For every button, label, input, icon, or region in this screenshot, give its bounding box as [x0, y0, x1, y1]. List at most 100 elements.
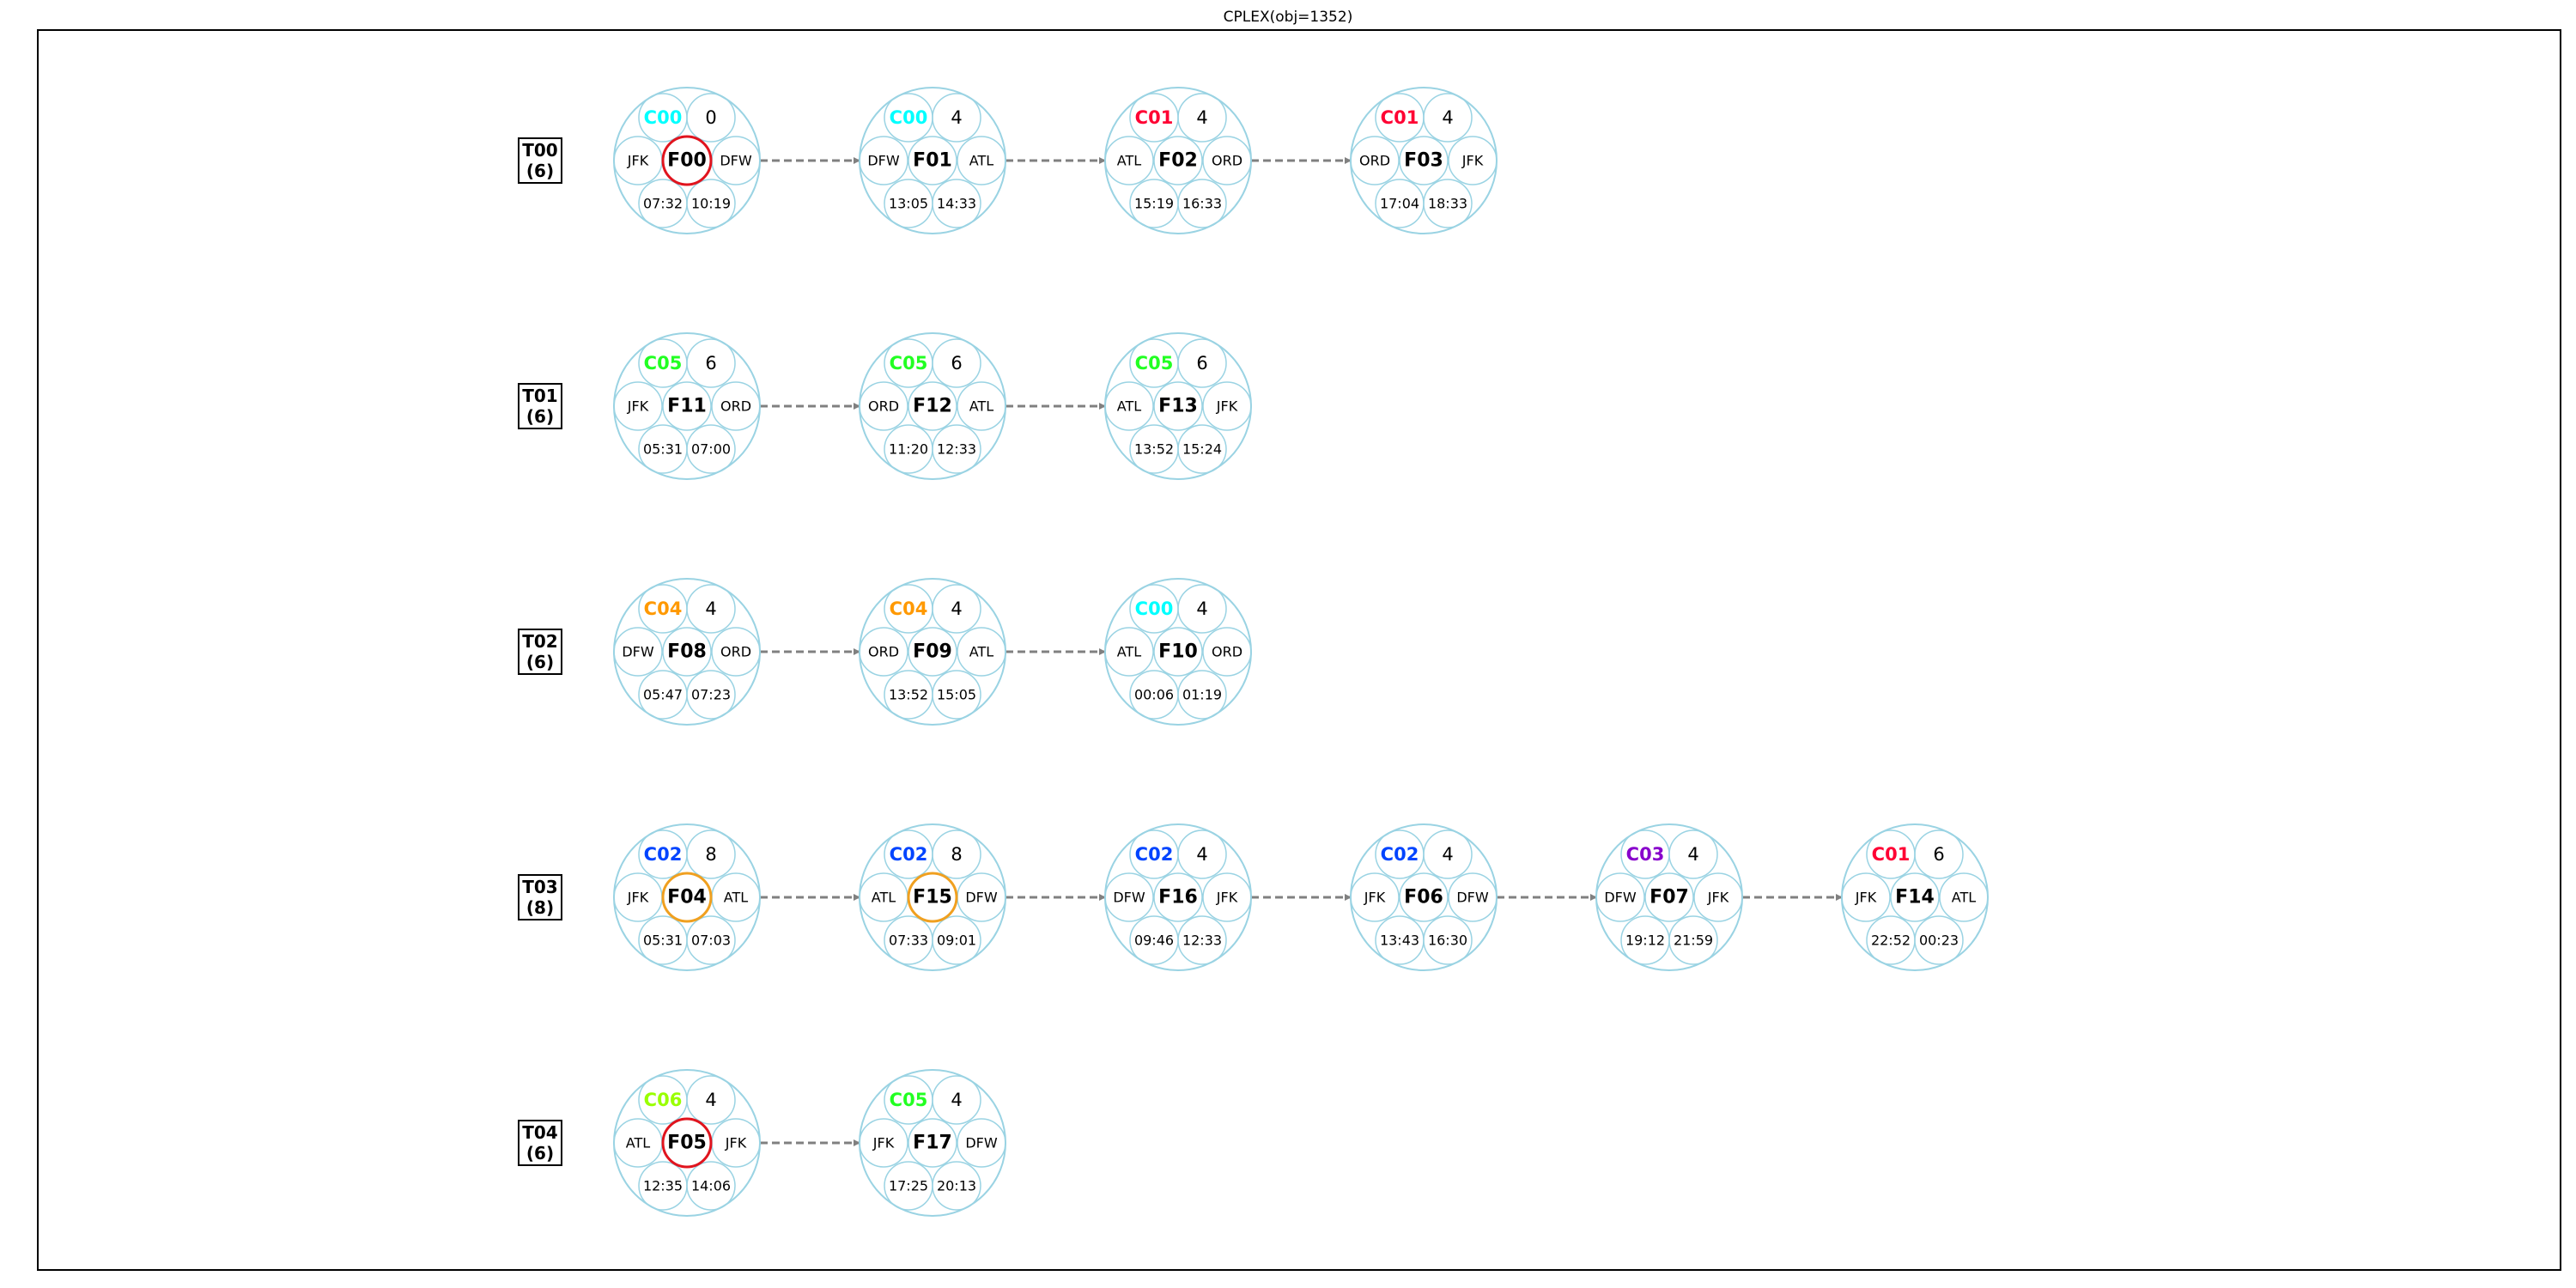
departure-time: 11:20	[889, 441, 928, 458]
origin-airport: ATL	[872, 890, 896, 906]
arrival-time: 12:33	[1182, 933, 1222, 949]
origin-airport: JFK	[1855, 890, 1877, 906]
departure-time: 00:06	[1134, 687, 1174, 703]
origin-airport: ATL	[1117, 398, 1141, 415]
flight-node-f05[interactable]: C06 4 ATL JFK F05 12:35 14:06	[613, 1069, 761, 1217]
flight-network-diagram: T00(6)C00 0JFK DFWF0007:32 10:19C00 4DFW ATLF…	[518, 87, 1989, 1217]
destination-airport: DFW	[965, 1135, 998, 1151]
departure-time: 05:31	[643, 933, 683, 949]
flight-id: F08	[667, 641, 707, 663]
crew-label: C02	[1381, 844, 1419, 865]
arrival-time: 07:03	[691, 933, 731, 949]
crew-value: 6	[951, 353, 962, 374]
crew-value: 4	[1196, 598, 1207, 619]
tail-count: (8)	[526, 897, 554, 918]
crew-label: C01	[1135, 107, 1174, 128]
origin-airport: ORD	[1359, 153, 1390, 169]
flight-id: F13	[1158, 396, 1198, 417]
flight-id: F07	[1649, 887, 1689, 908]
tail-row-t01: T01(6) C05 6 JFK ORD F11 05:31 07:00 C05 6 ORD ATL F…	[518, 332, 1252, 480]
tail-count: (6)	[526, 161, 554, 181]
flight-node-f02[interactable]: C01 4 ATL ORD F02 15:19 16:33	[1104, 87, 1252, 234]
flight-node-f11[interactable]: C05 6 JFK ORD F11 05:31 07:00	[613, 332, 761, 480]
arrival-time: 14:33	[937, 196, 976, 212]
tail-row-t00: T00(6) C00 0 JFK DFW F00 07:32 10:19 C00 4 DFW ATL F…	[518, 87, 1498, 234]
arrival-time: 12:33	[937, 441, 976, 458]
flight-id: F01	[913, 150, 952, 172]
crew-value: 4	[951, 598, 962, 619]
flight-node-f14[interactable]: C01 6 JFK ATL F14 22:52 00:23	[1841, 823, 1989, 971]
crew-label: C06	[644, 1090, 683, 1110]
flight-node-f06[interactable]: C02 4 JFK DFW F06 13:43 16:30	[1350, 823, 1498, 971]
origin-airport: JFK	[872, 1135, 895, 1151]
flight-node-f09[interactable]: C04 4 ORD ATL F09 13:52 15:05	[859, 578, 1006, 726]
origin-airport: JFK	[627, 890, 649, 906]
arrival-time: 07:00	[691, 441, 731, 458]
crew-value: 4	[1442, 844, 1453, 865]
flight-node-f00[interactable]: C00 0 JFK DFW F00 07:32 10:19	[613, 87, 761, 234]
destination-airport: JFK	[1216, 398, 1238, 415]
destination-airport: JFK	[1216, 890, 1238, 906]
departure-time: 22:52	[1871, 933, 1911, 949]
departure-time: 07:32	[643, 196, 683, 212]
flight-node-f04[interactable]: C02 8 JFK ATL F04 05:31 07:03	[613, 823, 761, 971]
crew-label: C02	[644, 844, 683, 865]
crew-value: 4	[1442, 107, 1453, 128]
flight-node-f10[interactable]: C00 4 ATL ORD F10 00:06 01:19	[1104, 578, 1252, 726]
destination-airport: ATL	[969, 153, 993, 169]
departure-time: 09:46	[1134, 933, 1174, 949]
tail-id: T01	[522, 386, 557, 406]
arrival-time: 07:23	[691, 687, 731, 703]
flight-node-f17[interactable]: C05 4 JFK DFW F17 17:25 20:13	[859, 1069, 1006, 1217]
arrival-time: 00:23	[1919, 933, 1959, 949]
flight-id: F16	[1158, 887, 1198, 908]
departure-time: 05:47	[643, 687, 683, 703]
tail-id: T04	[522, 1122, 557, 1143]
origin-airport: ATL	[1117, 153, 1141, 169]
destination-airport: DFW	[720, 153, 752, 169]
arrival-time: 01:19	[1182, 687, 1222, 703]
destination-airport: DFW	[1456, 890, 1489, 906]
destination-airport: JFK	[725, 1135, 747, 1151]
arrival-time: 18:33	[1428, 196, 1467, 212]
crew-value: 4	[1196, 844, 1207, 865]
flight-node-f01[interactable]: C00 4 DFW ATL F01 13:05 14:33	[859, 87, 1006, 234]
flight-node-f13[interactable]: C05 6 ATL JFK F13 13:52 15:24	[1104, 332, 1252, 480]
tail-id: T02	[522, 631, 557, 652]
destination-airport: DFW	[965, 890, 998, 906]
flight-id: F17	[913, 1133, 952, 1154]
crew-value: 6	[1196, 353, 1207, 374]
flight-id: F02	[1158, 150, 1198, 172]
flight-node-f03[interactable]: C01 4 ORD JFK F03 17:04 18:33	[1350, 87, 1498, 234]
crew-value: 6	[705, 353, 716, 374]
flight-node-f12[interactable]: C05 6 ORD ATL F12 11:20 12:33	[859, 332, 1006, 480]
departure-time: 05:31	[643, 441, 683, 458]
destination-airport: ORD	[1212, 153, 1242, 169]
departure-time: 07:33	[889, 933, 928, 949]
crew-label: C02	[890, 844, 928, 865]
origin-airport: ORD	[868, 398, 899, 415]
flight-node-f07[interactable]: C03 4 DFW JFK F07 19:12 21:59	[1595, 823, 1743, 971]
crew-label: C04	[644, 598, 683, 619]
crew-label: C00	[644, 107, 683, 128]
flight-id: F06	[1404, 887, 1443, 908]
origin-airport: ORD	[868, 644, 899, 660]
flight-node-f08[interactable]: C04 4 DFW ORD F08 05:47 07:23	[613, 578, 761, 726]
departure-time: 13:52	[889, 687, 928, 703]
arrival-time: 20:13	[937, 1178, 976, 1194]
departure-time: 13:52	[1134, 441, 1174, 458]
flight-node-f15[interactable]: C02 8 ATL DFW F15 07:33 09:01	[859, 823, 1006, 971]
crew-value: 6	[1933, 844, 1944, 865]
tail-count: (6)	[526, 652, 554, 672]
destination-airport: ORD	[720, 398, 751, 415]
flight-id: F14	[1895, 887, 1935, 908]
arrival-time: 16:33	[1182, 196, 1222, 212]
flight-node-f16[interactable]: C02 4 DFW JFK F16 09:46 12:33	[1104, 823, 1252, 971]
flight-id: F00	[667, 150, 707, 172]
flight-id: F12	[913, 396, 952, 417]
flight-id: F10	[1158, 641, 1198, 663]
origin-airport: DFW	[1604, 890, 1637, 906]
flight-id: F09	[913, 641, 952, 663]
crew-label: C02	[1135, 844, 1174, 865]
crew-label: C01	[1381, 107, 1419, 128]
